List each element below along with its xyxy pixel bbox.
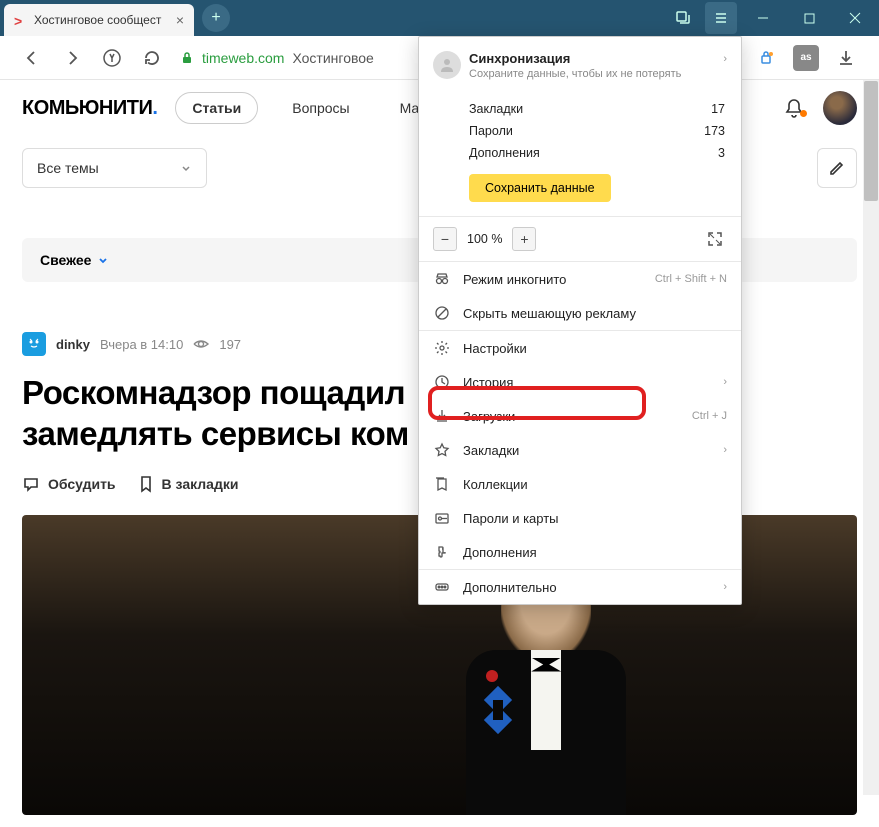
zoom-value: 100 %	[467, 232, 502, 246]
yandex-home-icon[interactable]	[100, 46, 124, 70]
tab-favicon-icon: >	[14, 13, 28, 27]
passwords-icon	[433, 509, 451, 527]
chevron-right-icon: ›	[723, 376, 727, 388]
sync-row-passwords: Пароли173	[469, 120, 725, 142]
menu-downloads[interactable]: Загрузки Ctrl + J	[419, 399, 741, 433]
post-time: Вчера в 14:10	[100, 337, 183, 352]
nav-questions[interactable]: Вопросы	[276, 93, 365, 123]
zoom-controls: − 100 % +	[419, 216, 741, 262]
chevron-down-icon	[180, 162, 192, 174]
edit-button[interactable]	[817, 148, 857, 188]
browser-tab[interactable]: > Хостинговое сообщест ×	[4, 4, 194, 36]
notifications-button[interactable]	[783, 97, 805, 119]
scroll-thumb[interactable]	[864, 81, 878, 201]
chevron-down-icon	[97, 254, 109, 266]
zoom-out-button[interactable]: −	[433, 227, 457, 251]
discuss-button[interactable]: Обсудить	[22, 475, 116, 493]
chevron-right-icon: ›	[723, 53, 727, 65]
star-icon	[433, 441, 451, 459]
views-icon	[193, 336, 209, 352]
menu-history[interactable]: История ›	[419, 365, 741, 399]
chevron-right-icon: ›	[723, 581, 727, 593]
browser-main-menu: Синхронизация Сохраните данные, чтобы их…	[418, 36, 742, 605]
author-name[interactable]: dinky	[56, 337, 90, 352]
block-icon	[433, 304, 451, 322]
fullscreen-button[interactable]	[703, 227, 727, 251]
tab-title: Хостинговое сообщест	[34, 13, 170, 27]
tab-overview-icon[interactable]	[667, 2, 699, 34]
menu-settings[interactable]: Настройки	[419, 331, 741, 365]
topic-dropdown[interactable]: Все темы	[22, 148, 207, 188]
notification-dot-icon	[800, 110, 807, 117]
nav-reload-button[interactable]	[140, 46, 164, 70]
sync-row-bookmarks: Закладки17	[469, 98, 725, 120]
window-maximize-button[interactable]	[789, 2, 829, 34]
menu-shortcut: Ctrl + J	[692, 410, 727, 422]
gear-icon	[433, 339, 451, 357]
sync-avatar-icon	[433, 51, 461, 79]
menu-more[interactable]: Дополнительно ›	[419, 570, 741, 604]
user-avatar[interactable]	[823, 91, 857, 125]
nav-forward-button[interactable]	[60, 46, 84, 70]
author-avatar-icon[interactable]	[22, 332, 46, 356]
sync-title: Синхронизация	[469, 51, 725, 66]
history-icon	[433, 373, 451, 391]
window-minimize-button[interactable]	[743, 2, 783, 34]
sync-section[interactable]: Синхронизация Сохраните данные, чтобы их…	[419, 37, 741, 94]
nav-articles[interactable]: Статьи	[175, 92, 258, 124]
rkn-logo-icon	[473, 685, 523, 735]
url-domain: timeweb.com	[202, 50, 284, 66]
window-close-button[interactable]	[835, 2, 875, 34]
menu-hide-ads[interactable]: Скрыть мешающую рекламу	[419, 296, 741, 330]
url-page-title: Хостинговое	[292, 50, 373, 66]
browser-titlebar: > Хостинговое сообщест × +	[0, 0, 879, 36]
nav-back-button[interactable]	[20, 46, 44, 70]
scrollbar[interactable]	[863, 80, 879, 795]
bookmark-button[interactable]: В закладки	[138, 475, 239, 493]
sync-subtitle: Сохраните данные, чтобы их не потерять	[469, 68, 725, 80]
menu-collections[interactable]: Коллекции	[419, 467, 741, 501]
menu-incognito[interactable]: Режим инкогнито Ctrl + Shift + N	[419, 262, 741, 296]
save-data-button[interactable]: Сохранить данные	[469, 174, 611, 202]
chevron-right-icon: ›	[723, 444, 727, 456]
site-logo[interactable]: КОМЬЮНИТИ.	[22, 97, 157, 120]
zoom-in-button[interactable]: +	[512, 227, 536, 251]
menu-addons[interactable]: Дополнения	[419, 535, 741, 569]
sync-row-addons: Дополнения3	[469, 142, 725, 164]
puzzle-icon	[433, 543, 451, 561]
tab-close-icon[interactable]: ×	[176, 12, 184, 28]
menu-passwords[interactable]: Пароли и карты	[419, 501, 741, 535]
views-count: 197	[219, 337, 241, 352]
menu-bookmarks[interactable]: Закладки ›	[419, 433, 741, 467]
protect-icon[interactable]	[753, 45, 779, 71]
more-icon	[433, 578, 451, 596]
lastfm-extension-icon[interactable]: as	[793, 45, 819, 71]
menu-shortcut: Ctrl + Shift + N	[655, 273, 727, 285]
incognito-icon	[433, 270, 451, 288]
collections-icon	[433, 475, 451, 493]
new-tab-button[interactable]: +	[202, 4, 230, 32]
downloads-icon[interactable]	[833, 45, 859, 71]
download-icon	[433, 407, 451, 425]
main-menu-button[interactable]	[705, 2, 737, 34]
lock-icon	[180, 51, 194, 65]
